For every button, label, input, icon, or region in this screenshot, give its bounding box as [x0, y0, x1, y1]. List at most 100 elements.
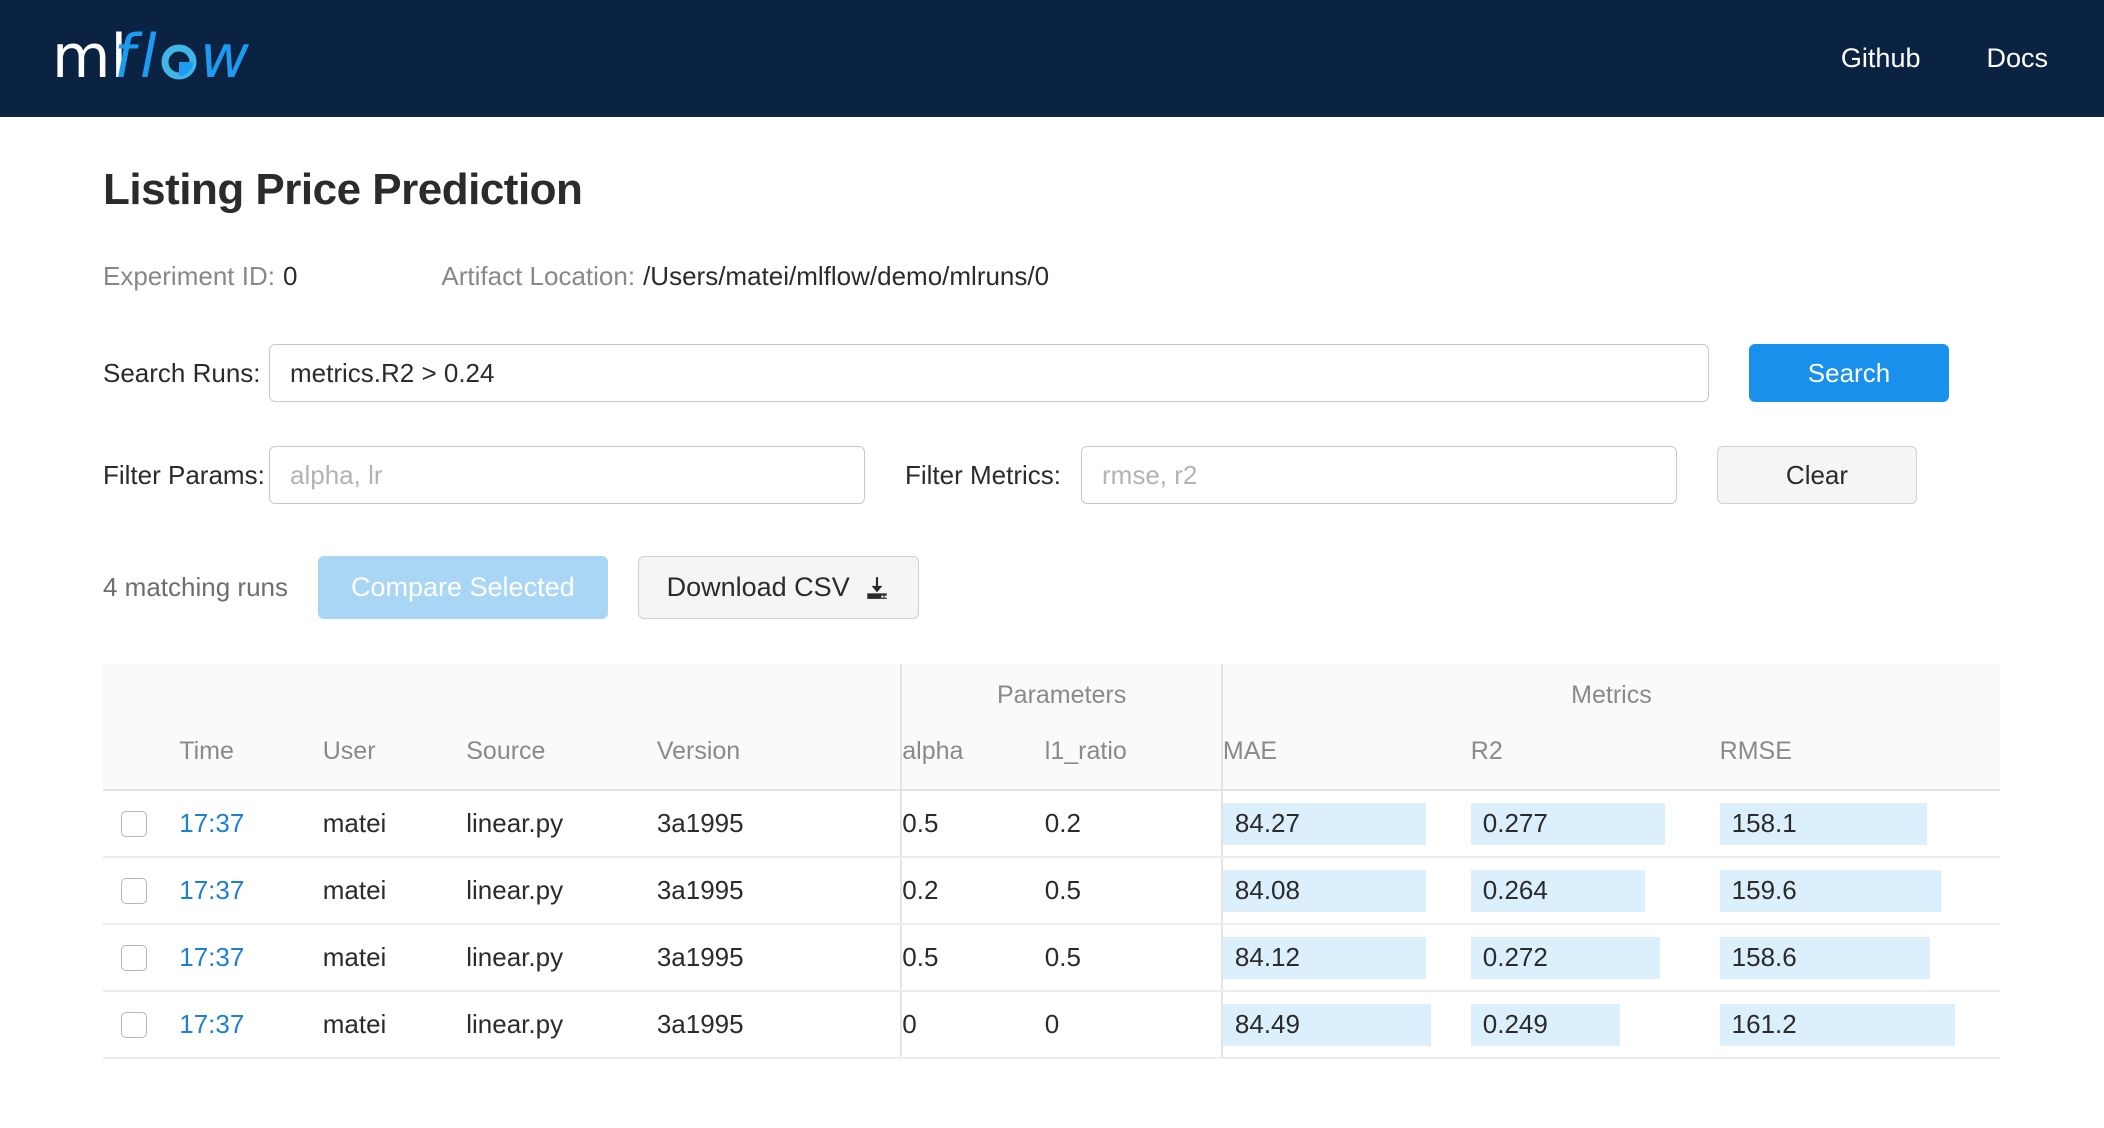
cell-rmse-bar: 159.6 [1719, 869, 1942, 912]
cell-user: matei [322, 790, 467, 858]
cell-time: 17:37 [179, 991, 323, 1059]
row-checkbox[interactable] [121, 944, 147, 971]
cell-alpha: 0.5 [900, 924, 1045, 992]
cell-r2-bar: 0.277 [1470, 802, 1665, 845]
cell-rmse-bar: 161.2 [1719, 1003, 1956, 1046]
svg-text:w: w [200, 22, 250, 92]
search-button[interactable]: Search [1749, 344, 1949, 402]
column-header-source[interactable]: Source [466, 726, 657, 791]
row-checkbox[interactable] [121, 877, 147, 904]
cell-r2-bar: 0.249 [1470, 1003, 1621, 1046]
nav-link-github[interactable]: Github [1841, 43, 1921, 74]
search-runs-label: Search Runs: [103, 357, 261, 388]
artifact-location-label: Artifact Location: [441, 261, 636, 291]
column-header-user[interactable]: User [322, 726, 467, 791]
row-checkbox[interactable] [121, 1011, 147, 1038]
cell-source: linear.py [466, 991, 657, 1059]
mlflow-logo[interactable]: ml f l w [52, 21, 352, 97]
group-header-parameters: Parameters [900, 664, 1222, 726]
cell-source: linear.py [466, 790, 657, 858]
search-runs-row: Search Runs: Search [0, 292, 2104, 402]
cell-alpha: 0.2 [900, 857, 1045, 925]
cell-rmse-bar: 158.6 [1719, 936, 1930, 979]
cell-time: 17:37 [179, 857, 323, 925]
cell-user: matei [322, 991, 467, 1059]
cell-user: matei [322, 924, 467, 992]
column-header-alpha[interactable]: alpha [900, 726, 1045, 791]
nav-link-docs[interactable]: Docs [1986, 43, 2048, 74]
cell-mae-bar: 84.08 [1222, 869, 1427, 912]
cell-r2-bar: 0.264 [1470, 869, 1645, 912]
row-checkbox[interactable] [121, 810, 147, 837]
page-body: Listing Price Prediction Experiment ID: … [0, 117, 2104, 1059]
download-csv-label: Download CSV [666, 572, 850, 602]
cell-alpha: 0 [900, 991, 1045, 1059]
column-header-l1-ratio[interactable]: l1_ratio [1044, 726, 1222, 791]
cell-r2: 0.264 [1470, 857, 1720, 925]
table-row[interactable]: 17:37 matei linear.py 3a1995 0.5 0.5 84.12 0.27… [103, 924, 2000, 992]
experiment-id-label: Experiment ID: [103, 261, 275, 291]
cell-l1-ratio: 0 [1044, 991, 1222, 1059]
run-time-link[interactable]: 17:37 [179, 808, 244, 838]
table-row[interactable]: 17:37 matei linear.py 3a1995 0.5 0.2 84.27 0.27… [103, 790, 2000, 858]
cell-l1-ratio: 0.5 [1044, 857, 1222, 925]
experiment-metadata: Experiment ID: 0 Artifact Location: /Use… [0, 215, 2104, 292]
page-title: Listing Price Prediction [103, 165, 583, 214]
cell-version: 3a1995 [656, 857, 902, 925]
cell-l1-ratio: 0.2 [1044, 790, 1222, 858]
top-navigation-bar: ml f l w Github Docs [0, 0, 2104, 117]
row-select-cell [103, 790, 180, 858]
column-header-mae[interactable]: MAE [1220, 726, 1471, 791]
matching-runs-count: 4 matching runs [103, 572, 288, 602]
column-header-time[interactable]: Time [179, 726, 323, 791]
row-select-cell [103, 991, 180, 1059]
table-group-header-row: Parameters Metrics [103, 664, 2000, 726]
cell-rmse: 158.1 [1719, 790, 2000, 858]
filter-params-input[interactable] [269, 446, 865, 504]
cell-mae-bar: 84.27 [1222, 802, 1427, 845]
table-row[interactable]: 17:37 matei linear.py 3a1995 0.2 0.5 84.08 0.26… [103, 857, 2000, 925]
cell-time: 17:37 [179, 790, 323, 858]
filter-params-label: Filter Params: [103, 459, 265, 490]
table-column-header-row: Time User Source Version alpha l1_ratio … [103, 726, 2000, 791]
run-time-link[interactable]: 17:37 [179, 942, 244, 972]
cell-version: 3a1995 [656, 991, 902, 1059]
table-row[interactable]: 17:37 matei linear.py 3a1995 0 0 84.49 0.249 161… [103, 991, 2000, 1059]
artifact-location-value: /Users/matei/mlflow/demo/mlruns/0 [643, 261, 1050, 291]
cell-mae: 84.08 [1220, 857, 1471, 925]
group-header-blank [103, 664, 902, 726]
compare-selected-button[interactable]: Compare Selected [317, 556, 608, 619]
row-select-cell [103, 857, 180, 925]
runs-table: Parameters Metrics Time User Source Vers… [103, 664, 2000, 1059]
cell-l1-ratio: 0.5 [1044, 924, 1222, 992]
column-header-rmse[interactable]: RMSE [1719, 726, 2000, 791]
download-csv-button[interactable]: Download CSV [637, 556, 919, 619]
row-select-cell [103, 924, 180, 992]
experiment-id-value: 0 [282, 261, 298, 291]
cell-r2: 0.277 [1470, 790, 1720, 858]
cell-r2: 0.272 [1470, 924, 1720, 992]
run-time-link[interactable]: 17:37 [179, 1009, 244, 1039]
cell-rmse: 161.2 [1719, 991, 2000, 1059]
cell-alpha: 0.5 [900, 790, 1045, 858]
column-header-r2[interactable]: R2 [1470, 726, 1720, 791]
run-time-link[interactable]: 17:37 [179, 875, 244, 905]
table-header: Parameters Metrics Time User Source Vers… [103, 664, 2000, 791]
search-runs-input[interactable] [269, 344, 1709, 402]
cell-source: linear.py [466, 924, 657, 992]
download-icon [864, 575, 890, 601]
column-header-version[interactable]: Version [656, 726, 902, 791]
cell-mae: 84.12 [1220, 924, 1471, 992]
cell-mae-bar: 84.12 [1222, 936, 1427, 979]
cell-r2-bar: 0.272 [1470, 936, 1660, 979]
clear-button[interactable]: Clear [1717, 446, 1917, 504]
mlflow-logo-mark: ml f l w [52, 22, 250, 92]
group-header-metrics: Metrics [1220, 664, 2000, 726]
cell-mae: 84.49 [1220, 991, 1471, 1059]
cell-version: 3a1995 [656, 924, 902, 992]
filter-metrics-input[interactable] [1081, 446, 1677, 504]
svg-text:f: f [114, 22, 143, 92]
cell-rmse: 159.6 [1719, 857, 2000, 925]
artifact-location: Artifact Location: /Users/matei/mlflow/d… [441, 261, 1049, 292]
cell-mae-bar: 84.49 [1222, 1003, 1432, 1046]
